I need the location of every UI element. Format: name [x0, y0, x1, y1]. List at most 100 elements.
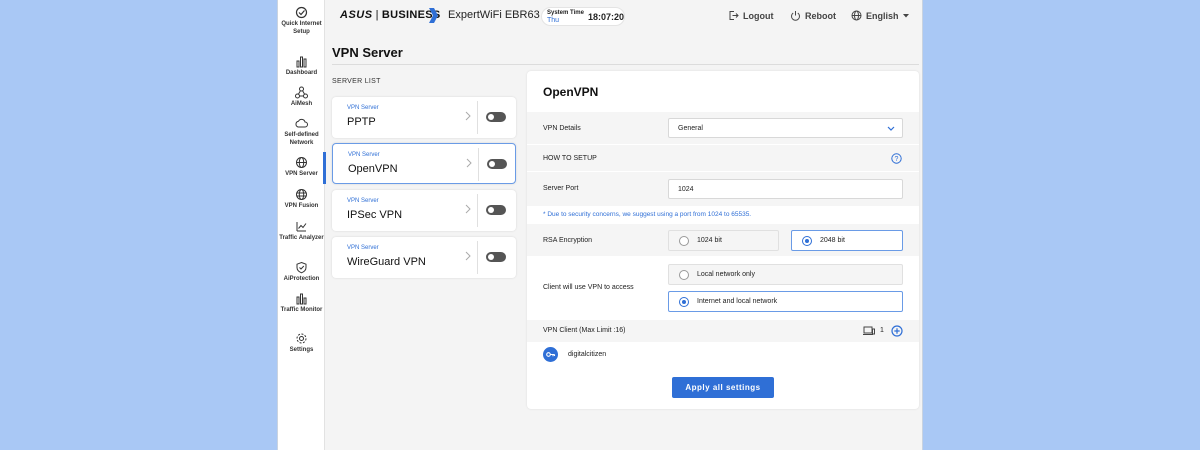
vpn-client-header-row: VPN Client (Max Limit :16) 1 [527, 320, 919, 342]
caret-down-icon [902, 13, 909, 17]
sidebar-item-vpn-fusion[interactable]: VPN Fusion [278, 188, 325, 211]
radio-button[interactable] [679, 236, 689, 246]
rsa-option-1024[interactable]: 1024 bit [668, 230, 779, 251]
shield-icon [296, 261, 307, 274]
rsa-encryption-row: RSA Encryption 1024 bit 2048 bit [527, 224, 919, 256]
how-to-setup-row: HOW TO SETUP ? [527, 145, 919, 171]
rsa-option-label: 1024 bit [697, 237, 722, 244]
router-admin-window: Quick Internet Setup Dashboard AiMesh Se… [277, 0, 923, 450]
key-icon [543, 347, 558, 362]
vpn-access-row: Client will use VPN to access Local netw… [527, 257, 919, 319]
sidebar-item-label: VPN Server [285, 171, 318, 177]
card-divider [477, 101, 478, 134]
model-name: ExpertWiFi EBR63 [448, 9, 540, 21]
cloud-network-icon [295, 118, 308, 128]
sidebar-item-traffic-monitor[interactable]: Traffic Monitor [278, 292, 325, 315]
devices-icon [863, 326, 875, 335]
logout-button[interactable]: Logout [728, 10, 774, 21]
radio-button[interactable] [679, 270, 689, 280]
reboot-label: Reboot [805, 10, 836, 21]
server-port-label: Server Port [543, 185, 579, 192]
card-divider [477, 194, 478, 227]
brand-name: ASUS [340, 9, 373, 21]
card-divider [477, 241, 478, 274]
sidebar-item-label: Traffic Monitor [280, 307, 323, 313]
vpn-details-select[interactable]: General [668, 118, 903, 138]
logout-label: Logout [743, 10, 774, 21]
apply-all-settings-button[interactable]: Apply all settings [672, 377, 774, 398]
server-card-subtitle: VPN Server [347, 245, 379, 251]
rsa-option-label: 2048 bit [820, 237, 845, 244]
rsa-option-2048[interactable]: 2048 bit [791, 230, 903, 251]
vpn-client-row[interactable]: digitalcitizen [527, 343, 919, 367]
server-card-subtitle: VPN Server [347, 198, 379, 204]
analyzer-icon [296, 222, 307, 232]
server-card-openvpn[interactable]: VPN Server OpenVPN [332, 143, 516, 184]
sidebar-item-label: Quick Internet Setup [281, 21, 322, 35]
radio-button[interactable] [679, 297, 689, 307]
sidebar-item-self-defined-network[interactable]: Self-defined Network [278, 117, 325, 147]
brand-logo: ASUS | BUSINESS [340, 9, 441, 21]
reboot-button[interactable]: Reboot [790, 10, 836, 21]
panel-title: OpenVPN [543, 85, 599, 99]
gear-icon [296, 333, 307, 344]
vpn-client-name: digitalcitizen [568, 351, 607, 358]
access-option-internet-local[interactable]: Internet and local network [668, 291, 903, 312]
access-option-label: Local network only [697, 271, 755, 278]
server-list-label: SERVER LIST [332, 78, 381, 85]
chevron-right-icon [465, 111, 471, 121]
chevron-right-icon [465, 251, 471, 261]
openvpn-toggle[interactable] [487, 159, 507, 169]
server-card-name: OpenVPN [348, 163, 398, 175]
wireguard-toggle[interactable] [486, 252, 506, 262]
server-card-pptp[interactable]: VPN Server PPTP [332, 97, 516, 138]
vpn-client-label: VPN Client (Max Limit :16) [543, 327, 626, 334]
chevron-right-icon [466, 158, 472, 168]
monitor-bars-icon [296, 293, 307, 305]
radio-button[interactable] [802, 236, 812, 246]
server-card-ipsec-vpn[interactable]: VPN Server IPSec VPN [332, 190, 516, 231]
wand-icon [295, 6, 308, 19]
access-option-label: Internet and local network [697, 298, 778, 305]
chevron-down-icon [887, 126, 895, 131]
sidebar-item-label: AiMesh [290, 101, 313, 107]
system-time-badge: System Time Thu 18:07:20 [541, 7, 625, 26]
system-clock: 18:07:20 [588, 12, 625, 22]
help-icon[interactable]: ? [891, 153, 902, 164]
openvpn-settings-panel: OpenVPN VPN Details General HOW TO SETUP… [527, 71, 919, 409]
sidebar-item-quick-internet-setup[interactable]: Quick Internet Setup [278, 6, 325, 36]
pptp-toggle[interactable] [486, 112, 506, 122]
sidebar-item-dashboard[interactable]: Dashboard [278, 55, 325, 78]
vpn-client-count: 1 [880, 327, 884, 334]
power-icon [791, 11, 800, 21]
sidebar-item-label: Self-defined Network [284, 132, 319, 146]
sidebar-item-traffic-analyzer[interactable]: Traffic Analyzer [278, 220, 325, 243]
top-header: ASUS | BUSINESS ExpertWiFi EBR63 System Ti… [326, 0, 923, 34]
globe-icon [296, 157, 307, 168]
sidebar-item-aiprotection[interactable]: AiProtection [278, 261, 325, 284]
vpn-details-row: VPN Details General [527, 112, 919, 144]
vpn-details-value: General [678, 125, 703, 132]
server-card-name: WireGuard VPN [347, 256, 426, 268]
ipsec-toggle[interactable] [486, 205, 506, 215]
server-port-row: Server Port 1024 [527, 172, 919, 206]
globe-icon [851, 10, 862, 21]
sidebar-item-vpn-server[interactable]: VPN Server [278, 152, 326, 184]
sidebar-item-label: VPN Fusion [284, 203, 319, 209]
server-port-input[interactable]: 1024 [668, 179, 903, 199]
rsa-encryption-label: RSA Encryption [543, 237, 593, 244]
server-card-subtitle: VPN Server [348, 152, 380, 158]
access-option-local[interactable]: Local network only [668, 264, 903, 285]
sidebar-item-settings[interactable]: Settings [278, 332, 325, 355]
globe-fusion-icon [296, 189, 307, 200]
server-card-name: IPSec VPN [347, 209, 403, 221]
sidebar-item-label: Settings [289, 347, 314, 353]
logout-icon [729, 11, 739, 20]
page-title: VPN Server [332, 45, 403, 60]
sidebar-item-aimesh[interactable]: AiMesh [278, 86, 325, 109]
brand-separator: | [375, 9, 379, 21]
add-client-icon[interactable] [891, 325, 903, 337]
brand-chevron-icon [429, 8, 438, 23]
server-card-wireguard-vpn[interactable]: VPN Server WireGuard VPN [332, 237, 516, 278]
language-select[interactable]: English [851, 10, 909, 21]
